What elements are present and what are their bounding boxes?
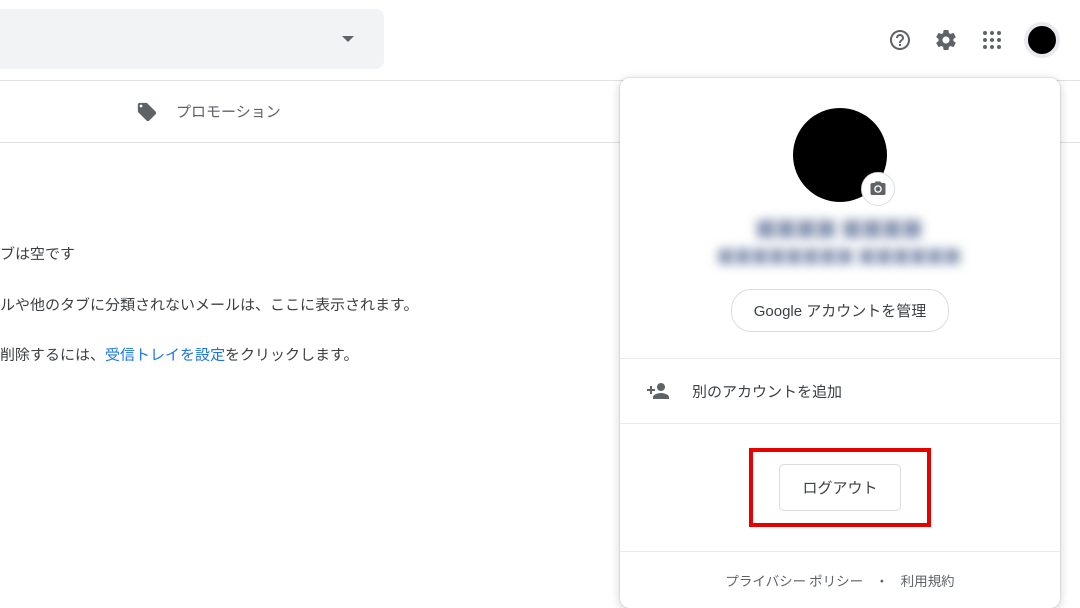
help-icon	[888, 28, 912, 52]
tab-promotions[interactable]: プロモーション	[136, 101, 281, 123]
apps-grid-icon	[980, 28, 1004, 52]
add-account-label: 別のアカウントを追加	[692, 381, 842, 402]
manage-account-button[interactable]: Google アカウントを管理	[731, 289, 950, 332]
inbox-settings-link[interactable]: 受信トレイを設定	[105, 344, 225, 365]
popup-footer: プライバシー ポリシー ・ 利用規約	[620, 552, 1060, 608]
terms-link[interactable]: 利用規約	[901, 570, 955, 590]
user-display-name: ████ ████	[757, 216, 923, 242]
account-menu-popup: ████ ████ ████████ ██████ Google アカウントを管…	[620, 78, 1060, 608]
apps-button[interactable]	[972, 20, 1012, 60]
help-button[interactable]	[880, 20, 920, 60]
settings-button[interactable]	[926, 20, 966, 60]
person-add-icon	[646, 379, 670, 403]
gear-icon	[934, 28, 958, 52]
logout-button[interactable]: ログアウト	[779, 464, 900, 511]
tag-icon	[136, 101, 158, 123]
camera-icon	[869, 180, 887, 198]
logout-highlight: ログアウト	[749, 448, 930, 527]
user-avatar-small[interactable]	[1024, 22, 1060, 58]
privacy-policy-link[interactable]: プライバシー ポリシー	[725, 570, 863, 590]
change-photo-button[interactable]	[861, 172, 895, 206]
add-account-button[interactable]: 別のアカウントを追加	[620, 359, 1060, 424]
tab-label: プロモーション	[176, 101, 281, 122]
search-options-dropdown[interactable]	[0, 9, 384, 69]
user-email: ████████ ██████	[718, 246, 961, 267]
separator-dot: ・	[875, 570, 889, 590]
chevron-down-icon	[342, 36, 354, 42]
